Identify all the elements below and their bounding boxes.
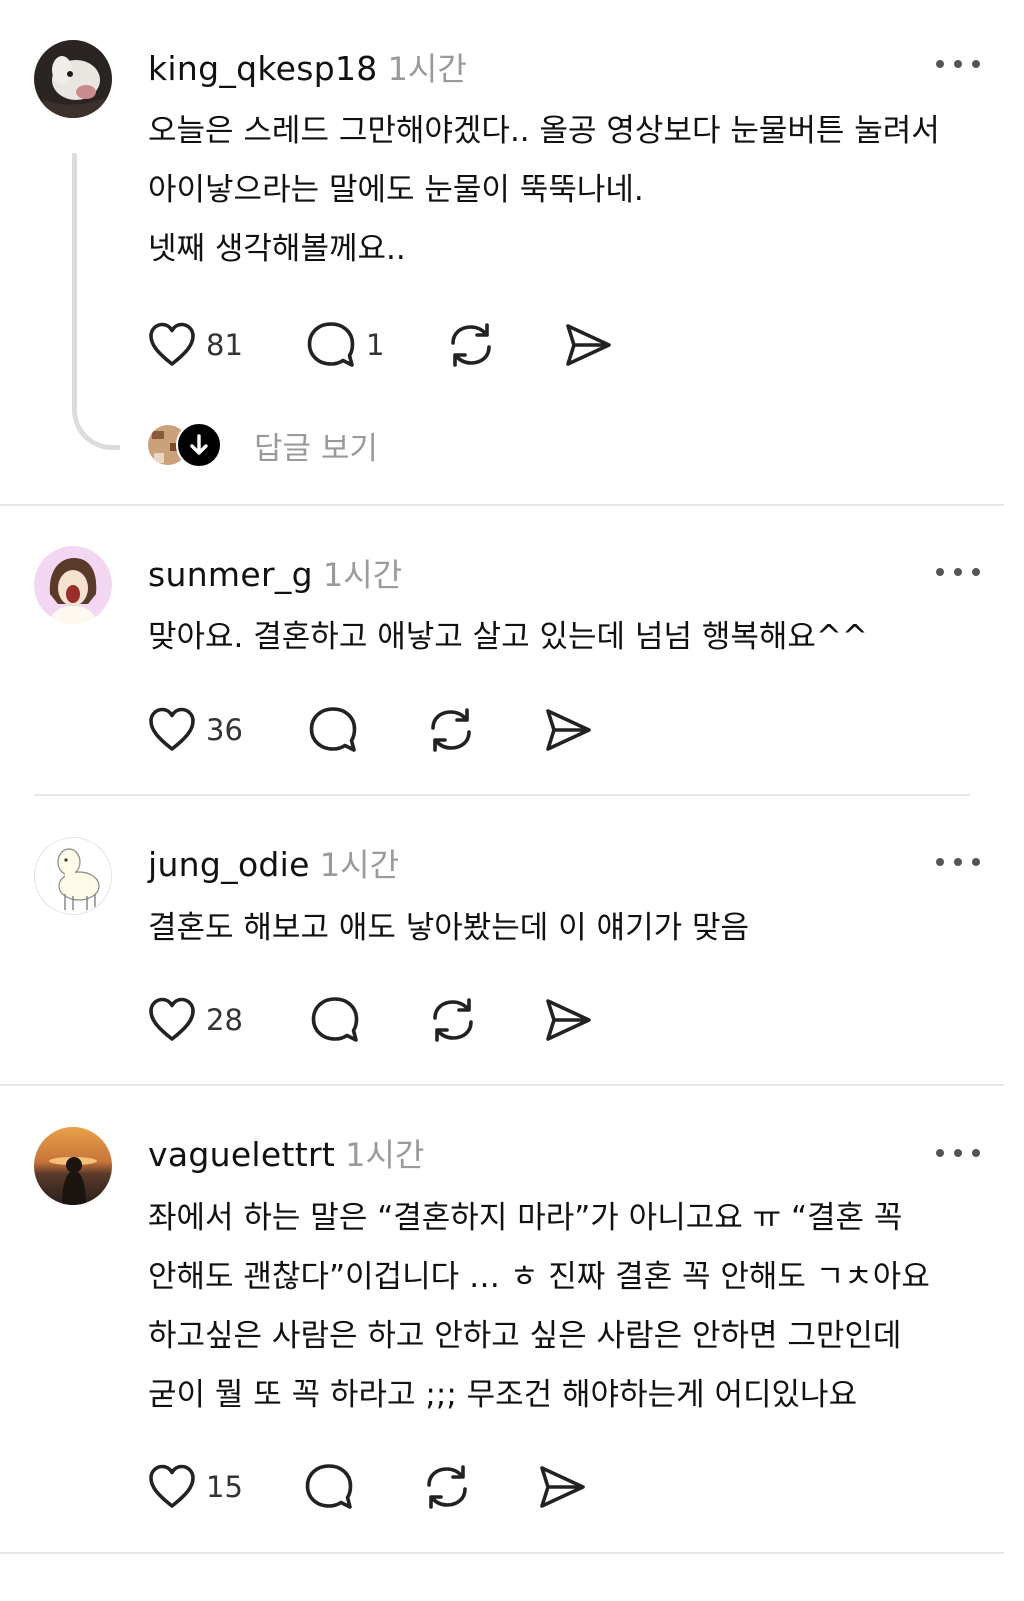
comment-bubble-icon bbox=[307, 322, 355, 367]
timestamp: 1시간 bbox=[387, 50, 467, 88]
repost-icon bbox=[427, 1465, 467, 1509]
avatar[interactable] bbox=[34, 40, 112, 118]
username[interactable]: sunmer_g bbox=[148, 555, 313, 594]
view-replies-label[interactable]: 답글 보기 bbox=[254, 423, 378, 468]
comment-button[interactable] bbox=[310, 992, 360, 1048]
like-count: 15 bbox=[206, 1470, 243, 1504]
post-text-line: 아이낳으라는 말에도 눈물이 뚝뚝나네. bbox=[148, 172, 644, 208]
avatar[interactable] bbox=[34, 546, 112, 624]
avatar[interactable] bbox=[34, 1127, 112, 1205]
username[interactable]: jung_odie bbox=[148, 845, 310, 884]
username[interactable]: vaguelettrt bbox=[148, 1135, 335, 1174]
share-button[interactable] bbox=[538, 1459, 586, 1515]
post-text-line: 좌에서 하는 말은 “결혼하지 마라”가 아니고요 ㅠ “결혼 꼭 bbox=[148, 1200, 903, 1236]
thread-line bbox=[72, 153, 120, 450]
share-button[interactable] bbox=[544, 702, 592, 758]
post-text: 맞아요. 결혼하고 애낳고 살고 있는데 넘넘 행복해요^^ bbox=[148, 608, 978, 667]
send-icon bbox=[566, 324, 611, 366]
heart-icon bbox=[149, 997, 195, 1041]
post-text: 좌에서 하는 말은 “결혼하지 마라”가 아니고요 ㅠ “결혼 꼭 안해도 괜찮… bbox=[148, 1189, 978, 1425]
post-text-line: 결혼도 해보고 애도 낳아봤는데 이 얘기가 맞음 bbox=[148, 910, 750, 946]
comment-button[interactable]: 1 bbox=[306, 317, 384, 373]
comment-bubble-icon bbox=[309, 707, 357, 752]
post-text: 오늘은 스레드 그만해야겠다.. 올공 영상보다 눈물버튼 눌려서 아이낳으라는… bbox=[148, 102, 978, 279]
repost-icon bbox=[431, 708, 471, 752]
section-divider bbox=[0, 1552, 1004, 1554]
repost-button[interactable] bbox=[428, 992, 478, 1048]
repost-button[interactable] bbox=[422, 1459, 472, 1515]
like-button[interactable]: 15 bbox=[148, 1459, 243, 1515]
heart-icon bbox=[149, 707, 195, 751]
comment-count: 1 bbox=[366, 328, 385, 362]
share-button[interactable] bbox=[564, 317, 612, 373]
more-options-icon[interactable] bbox=[936, 565, 980, 579]
repost-icon bbox=[433, 998, 473, 1042]
post-header: vaguelettrt 1시간 bbox=[148, 1130, 424, 1174]
like-button[interactable]: 81 bbox=[148, 317, 243, 373]
action-bar: 28 bbox=[148, 992, 648, 1048]
section-divider bbox=[0, 504, 1004, 506]
view-replies-row[interactable]: 답글 보기 bbox=[146, 420, 378, 470]
comment-bubble-icon bbox=[311, 997, 359, 1042]
arrow-down-icon bbox=[176, 422, 222, 468]
repost-button[interactable] bbox=[446, 317, 496, 373]
post-text-line: 맞아요. 결혼하고 애낳고 살고 있는데 넘넘 행복해요^^ bbox=[148, 619, 868, 655]
like-button[interactable]: 28 bbox=[148, 992, 243, 1048]
heart-icon bbox=[149, 322, 195, 366]
timestamp: 1시간 bbox=[345, 1136, 425, 1174]
send-icon bbox=[546, 999, 591, 1041]
username[interactable]: king_qkesp18 bbox=[148, 49, 378, 88]
repost-icon bbox=[451, 323, 491, 367]
more-options-icon[interactable] bbox=[936, 1146, 980, 1160]
comment-button[interactable] bbox=[304, 1459, 354, 1515]
avatar[interactable] bbox=[34, 837, 112, 915]
comment-button[interactable] bbox=[308, 702, 358, 758]
more-options-icon[interactable] bbox=[936, 57, 980, 71]
heart-icon bbox=[149, 1464, 195, 1508]
post-text-line: 넷째 생각해볼께요.. bbox=[148, 231, 406, 267]
repost-button[interactable] bbox=[426, 702, 476, 758]
send-icon bbox=[540, 1466, 585, 1508]
post-text-line: 굳이 뭘 또 꼭 하라고 ;;; 무조건 해야하는게 어디있나요 bbox=[148, 1377, 858, 1413]
section-divider bbox=[0, 1084, 1004, 1086]
post-header: sunmer_g 1시간 bbox=[148, 550, 402, 594]
post-header: king_qkesp18 1시간 bbox=[148, 44, 467, 88]
post-text-line: 하고싶은 사람은 하고 안하고 싶은 사람은 안하면 그만인데 bbox=[148, 1318, 902, 1354]
action-bar: 15 bbox=[148, 1459, 648, 1515]
like-count: 28 bbox=[206, 1003, 243, 1037]
action-bar: 81 1 bbox=[148, 317, 648, 373]
comment-bubble-icon bbox=[305, 1464, 353, 1509]
like-count: 81 bbox=[206, 328, 243, 362]
post-text-line: 안해도 괜찮다”이겁니다 … ㅎ 진짜 결혼 꼭 안해도 ㄱㅊ아요 bbox=[148, 1259, 930, 1295]
action-bar: 36 bbox=[148, 702, 648, 758]
timestamp: 1시간 bbox=[322, 556, 403, 594]
section-divider bbox=[34, 794, 970, 796]
post-header: jung_odie 1시간 bbox=[148, 840, 399, 884]
post-text: 결혼도 해보고 애도 낳아봤는데 이 얘기가 맞음 bbox=[148, 899, 978, 958]
timestamp: 1시간 bbox=[319, 846, 400, 884]
post-text-line: 오늘은 스레드 그만해야겠다.. 올공 영상보다 눈물버튼 눌려서 bbox=[148, 113, 940, 149]
more-options-icon[interactable] bbox=[936, 855, 980, 869]
share-button[interactable] bbox=[544, 992, 592, 1048]
like-button[interactable]: 36 bbox=[148, 702, 243, 758]
like-count: 36 bbox=[206, 713, 243, 747]
send-icon bbox=[546, 709, 591, 751]
